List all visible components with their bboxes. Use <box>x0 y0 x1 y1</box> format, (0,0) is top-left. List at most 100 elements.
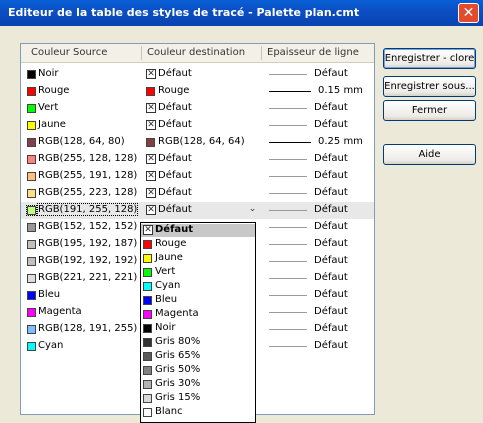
default-x-icon: ✕ <box>143 225 153 235</box>
option-label: Rouge <box>155 238 187 249</box>
source-color-label: Vert <box>38 102 59 113</box>
option-color-swatch <box>143 268 152 277</box>
table-row[interactable]: RGB(255, 128, 128) ✕ Défaut Défaut <box>21 151 374 168</box>
destination-color-label[interactable]: Rouge <box>158 85 189 96</box>
chevron-down-icon[interactable]: ⌄ <box>246 202 259 217</box>
source-color-label: RGB(195, 192, 187) <box>38 238 138 249</box>
dropdown-option[interactable]: Gris 50% <box>141 364 255 377</box>
destination-color-label[interactable]: Défaut <box>158 204 192 215</box>
lineweight-label[interactable]: Défaut <box>314 323 348 334</box>
source-color-swatch <box>27 274 36 283</box>
dropdown-option[interactable]: Gris 65% <box>141 350 255 363</box>
save-as-button[interactable]: Enregistrer sous... <box>383 76 476 97</box>
option-label: Gris 65% <box>155 350 201 361</box>
dropdown-option[interactable]: Vert <box>141 266 255 279</box>
lineweight-label[interactable]: Défaut <box>314 119 348 130</box>
lineweight-label[interactable]: Défaut <box>314 272 348 283</box>
destination-color-label[interactable]: Défaut <box>158 119 192 130</box>
default-x-icon: ✕ <box>146 154 156 164</box>
destination-color-label[interactable]: Défaut <box>158 170 192 181</box>
default-x-icon: ✕ <box>146 171 156 181</box>
lineweight-label[interactable]: Défaut <box>314 153 348 164</box>
lineweight-label[interactable]: 0.25 mm <box>318 136 363 147</box>
table-row[interactable]: RGB(255, 191, 128) ✕ Défaut Défaut <box>21 168 374 185</box>
lineweight-sample-line <box>269 176 307 177</box>
source-color-swatch <box>27 291 36 300</box>
destination-color-label[interactable]: Défaut <box>158 153 192 164</box>
destination-color-swatch <box>146 138 155 147</box>
source-color-swatch <box>27 155 36 164</box>
help-button[interactable]: Aide <box>383 144 476 165</box>
source-color-swatch <box>27 342 36 351</box>
table-row[interactable]: Rouge Rouge 0.15 mm <box>21 83 374 100</box>
close-window-button[interactable]: ✕ <box>458 3 479 23</box>
option-label: Magenta <box>155 308 199 319</box>
source-color-label: RGB(152, 152, 152) <box>38 221 138 232</box>
dropdown-option[interactable]: ✕ Défaut <box>141 224 255 237</box>
close-button[interactable]: Fermer <box>383 100 476 121</box>
destination-color-label[interactable]: Défaut <box>158 102 192 113</box>
source-color-swatch <box>27 223 36 232</box>
lineweight-label[interactable]: Défaut <box>314 102 348 113</box>
lineweight-label[interactable]: Défaut <box>314 68 348 79</box>
source-color-swatch <box>27 240 36 249</box>
option-color-swatch <box>143 408 152 417</box>
table-row[interactable]: Noir ✕ Défaut Défaut <box>21 66 374 83</box>
dropdown-option[interactable]: Gris 30% <box>141 378 255 391</box>
destination-color-label[interactable]: Défaut <box>158 68 192 79</box>
destination-color-dropdown-list[interactable]: ✕ Défaut Rouge Jaune Vert Cyan Bleu Magenta Noir… <box>140 222 256 423</box>
lineweight-label[interactable]: 0.15 mm <box>318 85 363 96</box>
default-x-icon: ✕ <box>146 188 156 198</box>
table-row[interactable]: Jaune ✕ Défaut Défaut <box>21 117 374 134</box>
save-close-button[interactable]: Enregistrer - clore <box>383 48 476 69</box>
dropdown-option[interactable]: Gris 80% <box>141 336 255 349</box>
table-row[interactable]: RGB(255, 223, 128) ✕ Défaut Défaut <box>21 185 374 202</box>
dropdown-option[interactable]: Cyan <box>141 280 255 293</box>
lineweight-sample-line <box>269 91 311 92</box>
option-color-swatch <box>143 296 152 305</box>
column-header-lineweight[interactable]: Epaisseur de ligne <box>267 47 359 58</box>
dropdown-option[interactable]: Jaune <box>141 252 255 265</box>
default-x-icon: ✕ <box>146 103 156 113</box>
option-label: Cyan <box>155 280 181 291</box>
column-header-destination[interactable]: Couleur destination <box>147 47 245 58</box>
source-color-swatch <box>27 172 36 181</box>
dropdown-option[interactable]: Bleu <box>141 294 255 307</box>
lineweight-label[interactable]: Défaut <box>314 255 348 266</box>
dropdown-option[interactable]: Noir <box>141 322 255 335</box>
table-row[interactable]: RGB(128, 64, 80) RGB(128, 64, 64) 0.25 mm <box>21 134 374 151</box>
option-color-swatch <box>143 352 152 361</box>
table-row[interactable]: Vert ✕ Défaut Défaut <box>21 100 374 117</box>
dropdown-option[interactable]: Blanc <box>141 406 255 419</box>
source-color-swatch <box>27 308 36 317</box>
lineweight-sample-line <box>269 125 307 126</box>
default-x-icon: ✕ <box>146 69 156 79</box>
lineweight-sample-line <box>269 108 307 109</box>
source-color-label: RGB(255, 191, 128) <box>38 170 138 181</box>
column-header-source[interactable]: Couleur Source <box>31 47 107 58</box>
lineweight-label[interactable]: Défaut <box>314 170 348 181</box>
source-color-swatch <box>27 104 36 113</box>
destination-color-label[interactable]: RGB(128, 64, 64) <box>158 136 245 147</box>
dropdown-option[interactable]: Gris 15% <box>141 392 255 405</box>
dropdown-option[interactable]: Magenta <box>141 308 255 321</box>
table-row[interactable]: RGB(191, 255, 128) ✕ Défaut ⌄ Défaut <box>21 202 374 219</box>
table-header: Couleur Source Couleur destination Epais… <box>21 44 374 63</box>
lineweight-label[interactable]: Défaut <box>314 221 348 232</box>
lineweight-label[interactable]: Défaut <box>314 204 348 215</box>
lineweight-sample-line <box>269 295 307 296</box>
column-separator[interactable] <box>141 46 142 60</box>
source-color-label: Magenta <box>38 306 82 317</box>
dropdown-option[interactable]: Rouge <box>141 238 255 251</box>
source-color-label: RGB(255, 223, 128) <box>38 187 138 198</box>
lineweight-label[interactable]: Défaut <box>314 187 348 198</box>
destination-color-label[interactable]: Défaut <box>158 187 192 198</box>
lineweight-label[interactable]: Défaut <box>314 340 348 351</box>
lineweight-label[interactable]: Défaut <box>314 306 348 317</box>
lineweight-label[interactable]: Défaut <box>314 289 348 300</box>
lineweight-sample-line <box>269 312 307 313</box>
column-separator[interactable] <box>261 46 262 60</box>
window-title: Editeur de la table des styles de tracé … <box>8 6 360 19</box>
lineweight-label[interactable]: Défaut <box>314 238 348 249</box>
lineweight-sample-line <box>269 346 307 347</box>
